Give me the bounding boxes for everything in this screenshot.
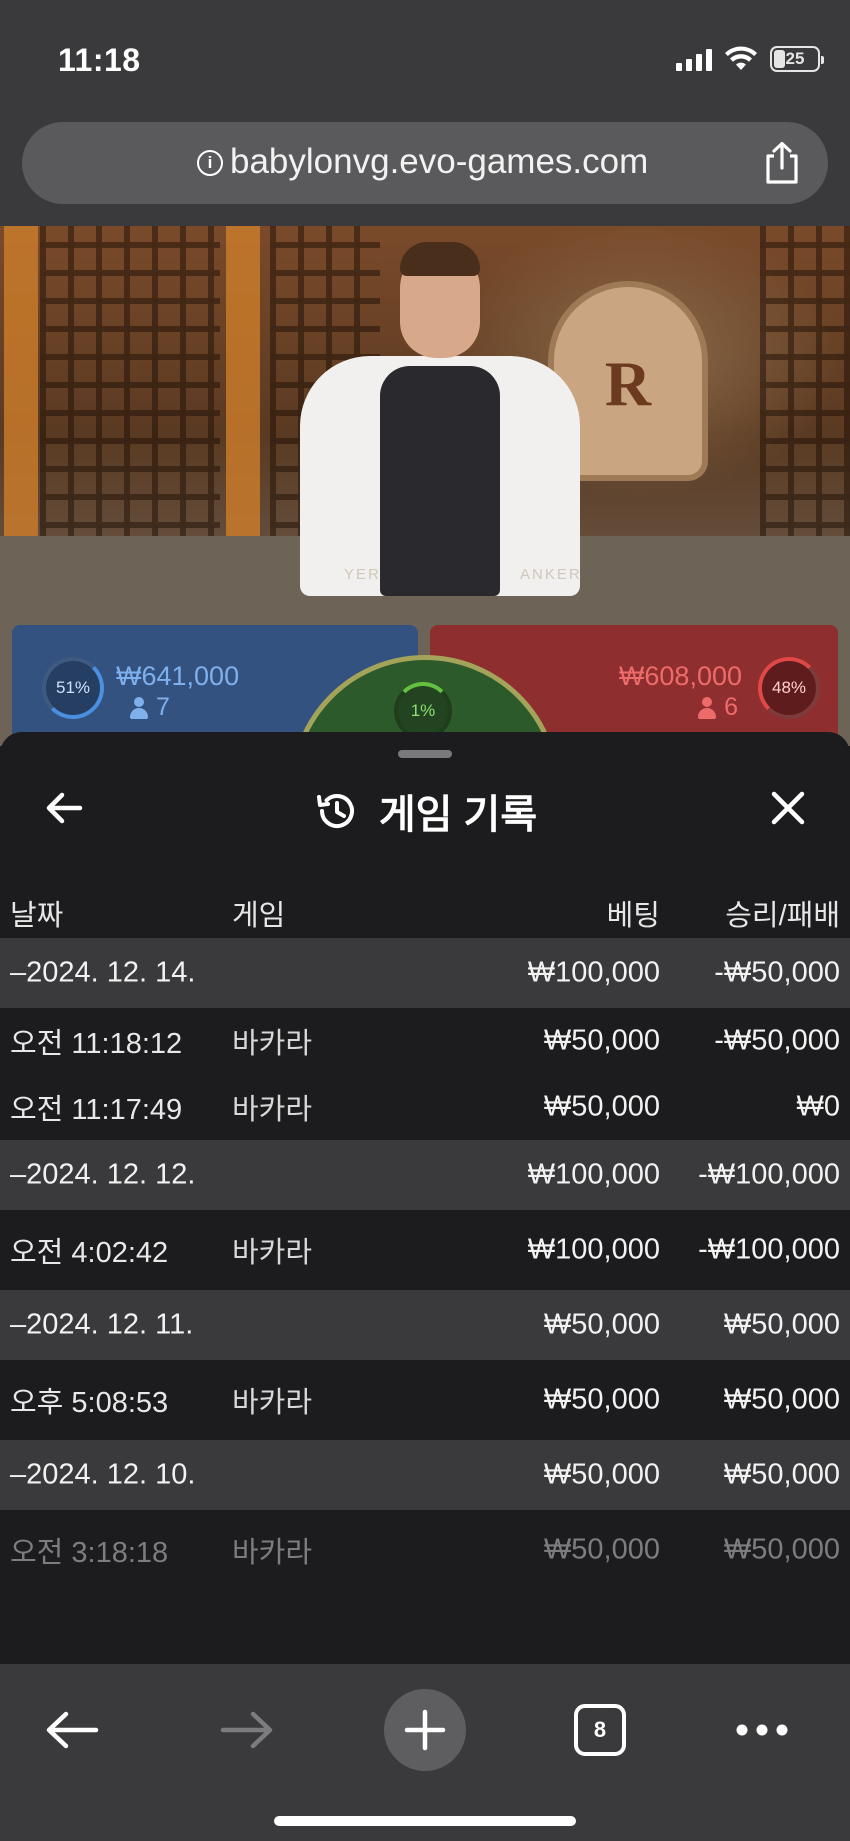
tab-count: 8 xyxy=(593,1717,607,1742)
tie-percent: 1% xyxy=(410,701,436,720)
history-game-row[interactable]: 오전 3:18:18 바카라 ₩50,000 ₩50,000 xyxy=(0,1510,850,1590)
player-bettor-count: 7 xyxy=(156,693,170,721)
row-bet: ₩50,000 xyxy=(543,1533,660,1566)
player-bet-amount: ₩641,000 xyxy=(116,661,240,691)
banker-percent-ring: 48% xyxy=(758,657,820,719)
player-percent-ring: 51% xyxy=(42,657,104,719)
column-bet: 베팅 xyxy=(606,900,660,932)
history-game-row[interactable]: 오전 11:18:12 바카라 ₩50,000 -₩50,000 xyxy=(0,1008,850,1074)
close-icon[interactable] xyxy=(762,782,814,834)
back-arrow-icon xyxy=(46,1711,99,1749)
row-bet: ₩50,000 xyxy=(543,1090,660,1123)
row-date: –2024. 12. 14. xyxy=(10,956,196,989)
lattice-panel xyxy=(760,226,850,556)
person-icon xyxy=(130,696,148,719)
row-result: ₩50,000 xyxy=(723,1383,840,1416)
history-date-row[interactable]: –2024. 12. 14. ₩100,000 -₩50,000 xyxy=(0,938,850,1008)
new-tab-button[interactable] xyxy=(384,1689,466,1771)
history-game-row[interactable]: 오후 5:08:53 바카라 ₩50,000 ₩50,000 xyxy=(0,1360,850,1440)
url-text[interactable]: babylonvg.evo-games.com xyxy=(230,142,648,182)
battery-icon: 25 xyxy=(770,46,824,72)
game-history-sheet: 게임 기록 날짜 게임 베팅 승리/패배 –2024. 12. 14. ₩100… xyxy=(0,732,850,1664)
more-menu-button[interactable] xyxy=(722,1690,802,1770)
sheet-drag-handle[interactable] xyxy=(398,750,452,758)
row-result: ₩50,000 xyxy=(723,1458,840,1491)
browser-toolbar: 8 xyxy=(0,1664,850,1841)
home-indicator[interactable] xyxy=(274,1816,576,1826)
address-bar[interactable]: i babylonvg.evo-games.com xyxy=(22,122,828,204)
row-bet: ₩100,000 xyxy=(527,1158,660,1191)
row-bet: ₩50,000 xyxy=(543,1458,660,1491)
history-icon xyxy=(316,794,354,828)
lattice-panel xyxy=(40,226,220,556)
row-result: -₩50,000 xyxy=(714,956,840,989)
tabs-icon: 8 xyxy=(574,1704,626,1756)
row-game: 바카라 xyxy=(232,1028,313,1060)
browser-forward-button[interactable] xyxy=(207,1690,287,1770)
row-bet: ₩100,000 xyxy=(527,1233,660,1266)
row-date: –2024. 12. 12. xyxy=(10,1158,196,1191)
row-game: 바카라 xyxy=(232,1387,313,1419)
sheet-title: 게임 기록 xyxy=(0,782,850,840)
history-column-headers: 날짜 게임 베팅 승리/패배 xyxy=(0,882,850,942)
column-date: 날짜 xyxy=(10,900,64,932)
row-result: ₩50,000 xyxy=(723,1533,840,1566)
row-time: 오후 5:08:53 xyxy=(10,1387,169,1419)
status-bar: 11:18 25 xyxy=(0,0,850,118)
table-label-player: YER xyxy=(344,566,381,583)
share-icon[interactable] xyxy=(760,140,804,186)
row-result: -₩100,000 xyxy=(698,1233,840,1266)
plus-icon xyxy=(404,1709,446,1751)
banker-percent: 48% xyxy=(771,678,807,697)
row-date: –2024. 12. 11. xyxy=(10,1308,194,1341)
player-percent: 51% xyxy=(55,678,91,697)
more-icon xyxy=(736,1724,788,1736)
row-bet: ₩100,000 xyxy=(527,956,660,989)
banker-bettor-count: 6 xyxy=(724,693,738,721)
history-list: –2024. 12. 14. ₩100,000 -₩50,000 오전 11:1… xyxy=(0,938,850,1590)
player-bettors: 7 xyxy=(130,693,170,722)
row-bet: ₩50,000 xyxy=(543,1383,660,1416)
row-result: ₩50,000 xyxy=(723,1308,840,1341)
wall-pillar xyxy=(226,226,260,556)
forward-arrow-icon xyxy=(220,1711,273,1749)
row-game: 바카라 xyxy=(232,1537,313,1569)
row-bet: ₩50,000 xyxy=(543,1024,660,1057)
row-time: 오전 11:17:49 xyxy=(10,1094,183,1126)
history-date-row[interactable]: –2024. 12. 10. ₩50,000 ₩50,000 xyxy=(0,1440,850,1510)
row-date: –2024. 12. 10. xyxy=(10,1458,196,1491)
battery-level: 25 xyxy=(785,49,805,68)
tabs-button[interactable]: 8 xyxy=(560,1690,640,1770)
column-result: 승리/패배 xyxy=(725,900,840,932)
history-title: 게임 기록 xyxy=(378,793,538,837)
row-game: 바카라 xyxy=(232,1094,313,1126)
dealer-hair xyxy=(400,242,480,276)
info-icon[interactable]: i xyxy=(197,150,223,176)
row-result: -₩50,000 xyxy=(714,1024,840,1057)
browser-back-button[interactable] xyxy=(32,1690,112,1770)
wifi-icon xyxy=(725,46,757,70)
row-time: 오전 4:02:42 xyxy=(10,1237,169,1269)
dealer-vest xyxy=(380,366,500,596)
signal-icon xyxy=(676,47,712,71)
row-time: 오전 11:18:12 xyxy=(10,1028,183,1060)
table-label-banker: ANKER xyxy=(520,566,582,583)
banker-bet-amount: ₩608,000 xyxy=(618,661,742,691)
row-game: 바카라 xyxy=(232,1237,313,1269)
status-icons: 25 xyxy=(676,46,824,72)
row-bet: ₩50,000 xyxy=(543,1308,660,1341)
row-result: ₩0 xyxy=(796,1090,841,1123)
row-result: -₩100,000 xyxy=(698,1158,840,1191)
browser-address-row: i babylonvg.evo-games.com xyxy=(0,118,850,226)
history-game-row[interactable]: 오전 4:02:42 바카라 ₩100,000 -₩100,000 xyxy=(0,1210,850,1290)
column-game: 게임 xyxy=(232,900,286,932)
history-date-row[interactable]: –2024. 12. 11. ₩50,000 ₩50,000 xyxy=(0,1290,850,1360)
history-date-row[interactable]: –2024. 12. 12. ₩100,000 -₩100,000 xyxy=(0,1140,850,1210)
status-time: 11:18 xyxy=(58,42,141,78)
history-game-row[interactable]: 오전 11:17:49 바카라 ₩50,000 ₩0 xyxy=(0,1074,850,1140)
row-time: 오전 3:18:18 xyxy=(10,1537,169,1569)
wall-pillar xyxy=(4,226,38,556)
person-icon xyxy=(698,696,717,719)
banker-bettors: 6 xyxy=(698,693,738,722)
